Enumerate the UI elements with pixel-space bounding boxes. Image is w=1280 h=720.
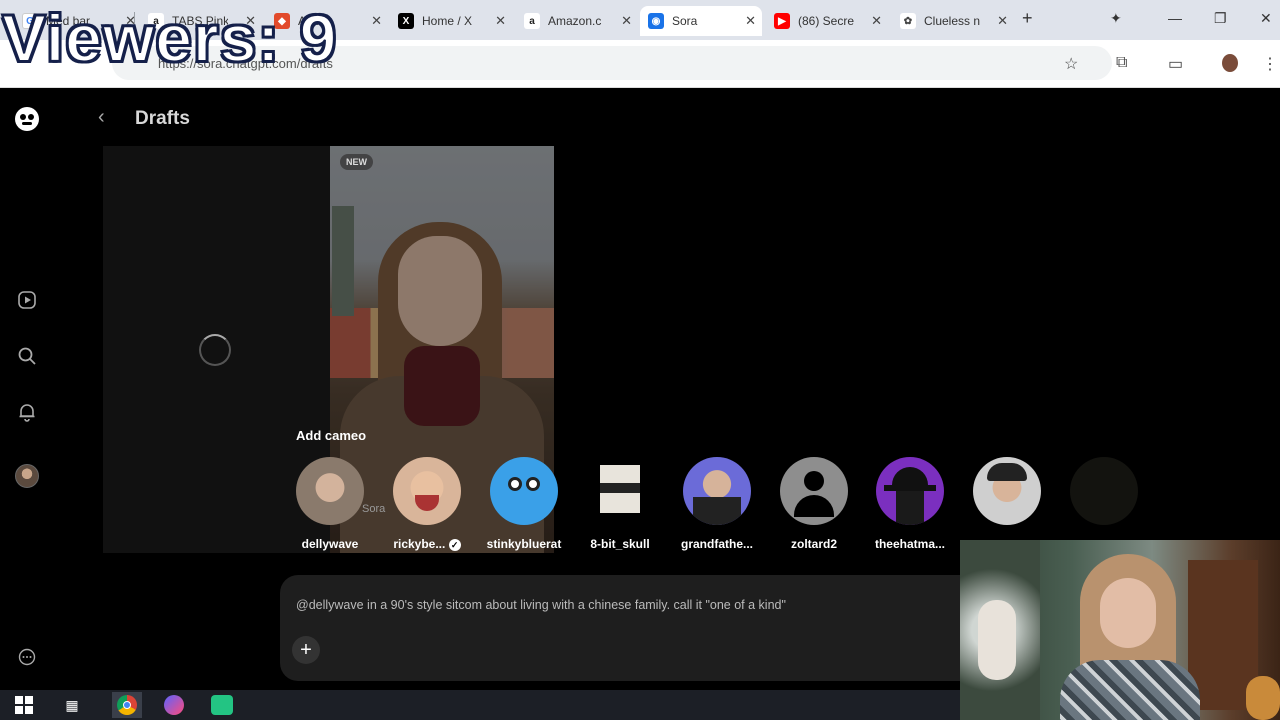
avatar [1070, 457, 1138, 525]
cameo-zoltard2[interactable]: zoltard2 [768, 457, 860, 551]
openai-icon: ✿ [900, 13, 916, 29]
more-options-icon[interactable] [14, 644, 40, 670]
webcam-overlay [960, 540, 1280, 720]
profile-avatar-icon[interactable] [14, 463, 40, 489]
task-view-icon[interactable]: ▦ [60, 694, 84, 716]
messenger-taskbar-icon[interactable] [162, 694, 186, 716]
chrome-taskbar-icon[interactable] [112, 692, 142, 718]
cameo-stinkybluerat[interactable]: stinkybluerat [478, 457, 570, 551]
profile-avatar[interactable] [1222, 54, 1238, 72]
dog-image [1246, 676, 1280, 720]
restore-icon[interactable]: ❐ [1214, 10, 1227, 27]
search-icon[interactable] [14, 343, 40, 369]
avatar [296, 457, 364, 525]
gemini-icon[interactable]: ✦ [1110, 10, 1122, 27]
cameo-grandfathe[interactable]: grandfathe... [671, 457, 763, 551]
play-icon[interactable] [14, 287, 40, 313]
menu-icon[interactable]: ⋮ [1262, 54, 1278, 74]
close-icon[interactable]: ✕ [997, 13, 1008, 29]
prompt-input[interactable]: @dellywave in a 90's style sitcom about … [296, 598, 786, 612]
streamer-face-image [1100, 578, 1156, 648]
new-tab-button[interactable]: + [1022, 8, 1033, 29]
sora-icon: ◉ [648, 13, 664, 29]
cameo-heading: Add cameo [296, 428, 367, 443]
loading-spinner [199, 334, 231, 366]
streaming-app-icon[interactable] [210, 694, 234, 716]
plaid-shirt-image [1060, 660, 1200, 720]
sora-logo-icon[interactable] [14, 106, 40, 132]
close-window-icon[interactable]: ✕ [1260, 10, 1272, 27]
browser-tab-4[interactable]: X Home / X ✕ [390, 6, 512, 36]
cameo-8-bit-skull[interactable]: 8-bit_skull [574, 457, 666, 551]
windows-start-icon[interactable] [12, 694, 36, 716]
prompt-composer[interactable]: @dellywave in a 90's style sitcom about … [280, 575, 980, 681]
cameo-theehatma[interactable]: theehatma... [864, 457, 956, 551]
reading-mode-icon[interactable]: ▭ [1168, 54, 1183, 74]
add-attachment-button[interactable]: + [292, 636, 320, 664]
cameo-partial[interactable] [961, 457, 1053, 537]
close-icon[interactable]: ✕ [871, 13, 882, 29]
avatar [973, 457, 1041, 525]
avatar [683, 457, 751, 525]
verified-icon: ✓ [448, 539, 461, 551]
avatar [876, 457, 944, 525]
x-icon: X [398, 13, 414, 29]
new-badge: NEW [340, 154, 373, 170]
cameo-faded[interactable] [1058, 457, 1150, 525]
cameo-rickybe[interactable]: rickybe... ✓ [381, 457, 473, 551]
page-title: Drafts [135, 108, 190, 129]
bookmark-star-icon[interactable]: ☆ [1064, 54, 1078, 74]
youtube-icon: ▶ [774, 13, 790, 29]
browser-tab-7[interactable]: ▶ (86) Secre ✕ [766, 6, 888, 36]
minimize-icon[interactable]: — [1168, 10, 1182, 26]
plush-image [978, 600, 1016, 680]
avatar [393, 457, 461, 525]
default-avatar-icon [780, 457, 848, 525]
close-icon[interactable]: ✕ [621, 13, 632, 29]
close-icon[interactable]: ✕ [371, 13, 382, 29]
browser-tab-5[interactable]: a Amazon.c ✕ [516, 6, 638, 36]
extensions-icon[interactable]: ⧉ [1116, 54, 1127, 72]
close-icon[interactable]: ✕ [495, 13, 506, 29]
close-icon[interactable]: ✕ [745, 13, 756, 29]
avatar [490, 457, 558, 525]
amazon-icon: a [524, 13, 540, 29]
viewers-overlay: Viewers: 9 [1, 1, 338, 75]
bell-icon[interactable] [14, 399, 40, 425]
browser-tab-sora[interactable]: ◉ Sora ✕ [640, 6, 762, 36]
avatar [586, 457, 654, 525]
browser-tab-8[interactable]: ✿ Clueless n ✕ [892, 6, 1014, 36]
back-button[interactable]: ‹ [98, 106, 105, 129]
